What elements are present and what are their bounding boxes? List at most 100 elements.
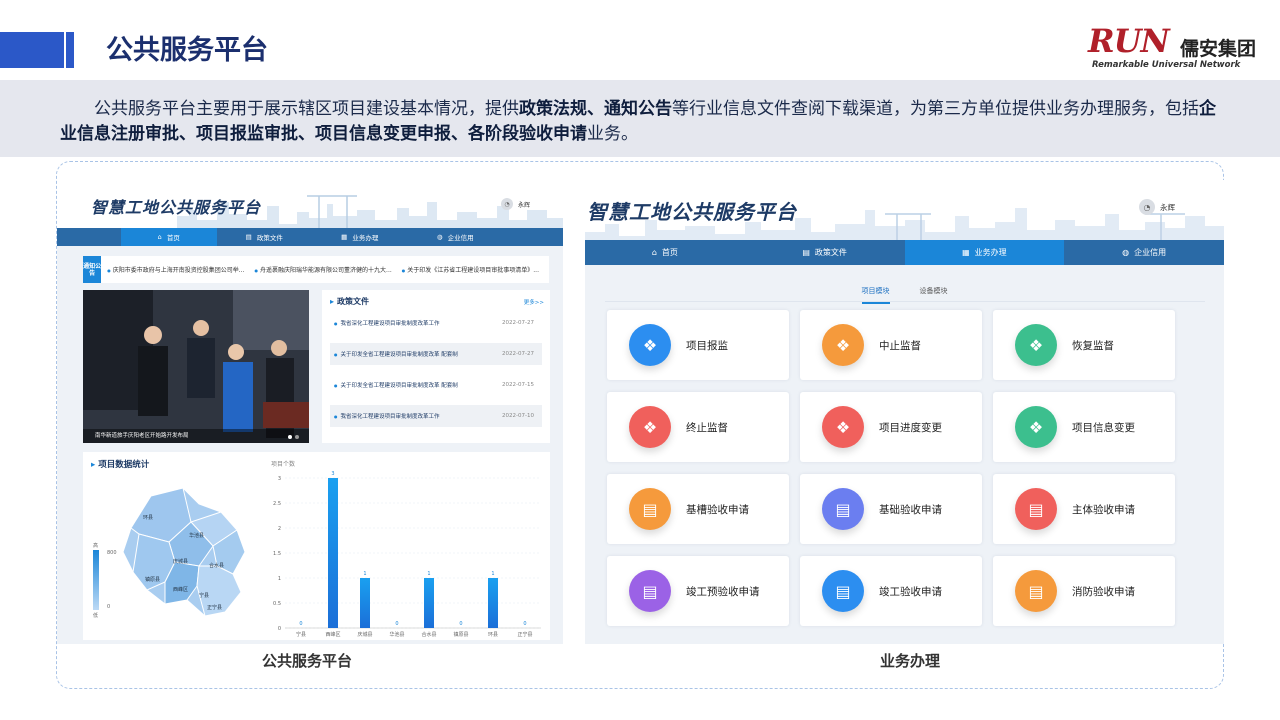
- layers-icon: ❖: [1015, 324, 1057, 366]
- map-label: 镇原县: [145, 577, 161, 583]
- news-photo[interactable]: 南华新道旅手庆阳老区开始路开发布局: [83, 290, 309, 443]
- business-screenshot: 智慧工地公共服务平台 ◔ 永辉 ⌂ 首页 ▤ 政策文件 ▦ 业务办理 ◍ 企业信用 项目…: [585, 180, 1224, 644]
- photo-caption: 南华新道旅手庆阳老区开始路开发布局: [83, 429, 309, 443]
- legend-min: 0: [107, 604, 111, 610]
- document-icon: ▤: [245, 233, 252, 241]
- legend-high: 高: [93, 543, 99, 549]
- map-label: 华池县: [189, 533, 205, 539]
- caption-right: 业务办理: [880, 652, 941, 670]
- bar: [360, 578, 370, 628]
- top-nav: ⌂ 首页 ▤ 政策文件 ▦ 业务办理 ◍ 企业信用: [585, 240, 1224, 265]
- nav-item-business[interactable]: ▦ 业务办理: [904, 240, 1065, 265]
- carousel-dots[interactable]: [288, 435, 299, 439]
- policy-item[interactable]: 关于印发全省工程建设项目审批制度改革 配套制2022-07-27: [330, 343, 542, 365]
- business-card[interactable]: ❖ 终止监督: [607, 392, 789, 462]
- document-icon: ▤: [802, 248, 810, 257]
- nav-item-policy[interactable]: ▤ 政策文件: [217, 228, 313, 246]
- module-tabs: 项目模块 设备模块: [585, 280, 1224, 306]
- map-label: 正宁县: [207, 605, 223, 611]
- nav-item-home[interactable]: ⌂ 首页: [121, 228, 217, 246]
- business-card-label: 恢复监督: [1072, 340, 1114, 352]
- map-label: 宁县: [199, 593, 210, 599]
- region-map[interactable]: [113, 482, 263, 622]
- bar-value-label: 0: [523, 621, 526, 627]
- y-tick-label: 0: [278, 626, 281, 632]
- map-label: 合水县: [209, 563, 225, 569]
- business-card[interactable]: ❖ 恢复监督: [993, 310, 1175, 380]
- business-card[interactable]: ❖ 项目报监: [607, 310, 789, 380]
- legend-low: 低: [93, 613, 99, 619]
- news-photo-image: [83, 290, 309, 443]
- business-card-label: 竣工验收申请: [879, 586, 942, 598]
- y-tick-label: 1: [278, 576, 281, 582]
- credit-icon: ◍: [436, 233, 443, 241]
- header-accent-bar: [0, 32, 64, 68]
- y-tick-label: 2.5: [273, 501, 281, 507]
- notice-item[interactable]: 庆阳市委市政府与上海开南投资控股集团公司举...: [107, 265, 245, 274]
- nav-item-policy[interactable]: ▤ 政策文件: [745, 240, 905, 265]
- layers-icon: ❖: [1015, 406, 1057, 448]
- nav-item-home[interactable]: ⌂ 首页: [585, 240, 745, 265]
- user-info[interactable]: ◔ 永辉: [1139, 199, 1175, 215]
- y-tick-label: 0.5: [273, 601, 281, 607]
- x-tick-label: 庆城县: [357, 631, 372, 638]
- logo-company-name: 儒安集团: [1180, 38, 1257, 60]
- credit-icon: ◍: [1122, 248, 1130, 257]
- top-nav: ⌂ 首页 ▤ 政策文件 ▦ 业务办理 ◍ 企业信用: [57, 228, 563, 246]
- logo-brand: RUN: [1088, 22, 1170, 60]
- business-card[interactable]: ▤ 消防验收申请: [993, 556, 1175, 626]
- user-info[interactable]: ◔ 永辉: [501, 198, 530, 210]
- carousel-dot[interactable]: [295, 435, 299, 439]
- policy-item[interactable]: 关于印发全省工程建设项目审批制度改革 配套制2022-07-15: [330, 374, 542, 396]
- business-card[interactable]: ▤ 竣工预验收申请: [607, 556, 789, 626]
- user-name: 永辉: [1160, 202, 1175, 212]
- x-tick-label: 华池县: [389, 631, 404, 638]
- nav-item-business[interactable]: ▦ 业务办理: [312, 228, 408, 246]
- business-card-label: 项目报监: [686, 340, 728, 352]
- nav-item-credit[interactable]: ◍ 企业信用: [1064, 240, 1224, 265]
- map-legend-gradient: [93, 550, 99, 610]
- business-card[interactable]: ❖ 中止监督: [800, 310, 982, 380]
- notice-item[interactable]: 舟遥裹融庆阳瑞华能源有限公司董济健的十九大...: [255, 265, 392, 274]
- business-card-label: 项目进度变更: [879, 422, 942, 434]
- company-logo: RUN 儒安集团 Remarkable Universal Network: [1088, 22, 1258, 72]
- business-card-label: 终止监督: [686, 422, 728, 434]
- header-accent-bar-small: [66, 32, 74, 68]
- tab-device-module[interactable]: 设备模块: [920, 280, 948, 306]
- business-card[interactable]: ▤ 主体验收申请: [993, 474, 1175, 544]
- policy-more-link[interactable]: 更多>>: [524, 298, 544, 306]
- y-tick-label: 1.5: [273, 551, 281, 557]
- form-icon: ▤: [822, 570, 864, 612]
- nav-item-credit[interactable]: ◍ 企业信用: [408, 228, 504, 246]
- notice-badge: 通知公告: [83, 256, 102, 283]
- layers-icon: ❖: [822, 406, 864, 448]
- bar-value-label: 3: [331, 471, 334, 477]
- x-tick-label: 环县: [488, 632, 498, 638]
- bar-value-label: 0: [459, 621, 462, 627]
- notice-item[interactable]: 关于印发《江苏省工程建设项目审批事项清单》...: [402, 265, 539, 274]
- business-card-label: 项目信息变更: [1072, 422, 1135, 434]
- bar: [328, 478, 338, 628]
- x-tick-label: 宁县: [296, 631, 306, 638]
- business-card[interactable]: ❖ 项目信息变更: [993, 392, 1175, 462]
- map-label: 西峰区: [173, 587, 189, 593]
- y-tick-label: 3: [278, 476, 281, 482]
- business-card[interactable]: ▤ 竣工验收申请: [800, 556, 982, 626]
- business-card[interactable]: ▤ 基槽验收申请: [607, 474, 789, 544]
- form-icon: ▤: [629, 570, 671, 612]
- policy-item[interactable]: 我省深化工程建设项目审批制度改革工作2022-07-10: [330, 405, 542, 427]
- y-tick-label: 2: [278, 526, 281, 532]
- carousel-dot[interactable]: [288, 435, 292, 439]
- platform-brand: 智慧工地公共服务平台: [91, 198, 262, 217]
- business-card-label: 基础验收申请: [879, 504, 942, 516]
- grid-icon: ▦: [962, 248, 970, 257]
- map-label: 庆城县: [173, 559, 189, 565]
- business-card[interactable]: ▤ 基础验收申请: [800, 474, 982, 544]
- description-text: 公共服务平台主要用于展示辖区项目建设基本情况，提供政策法规、通知公告等行业信息文…: [60, 99, 1216, 144]
- bar: [488, 578, 498, 628]
- policy-item[interactable]: 我省深化工程建设项目审批制度改革工作2022-07-27: [330, 312, 542, 334]
- user-avatar-icon: ◔: [501, 198, 513, 210]
- business-card[interactable]: ❖ 项目进度变更: [800, 392, 982, 462]
